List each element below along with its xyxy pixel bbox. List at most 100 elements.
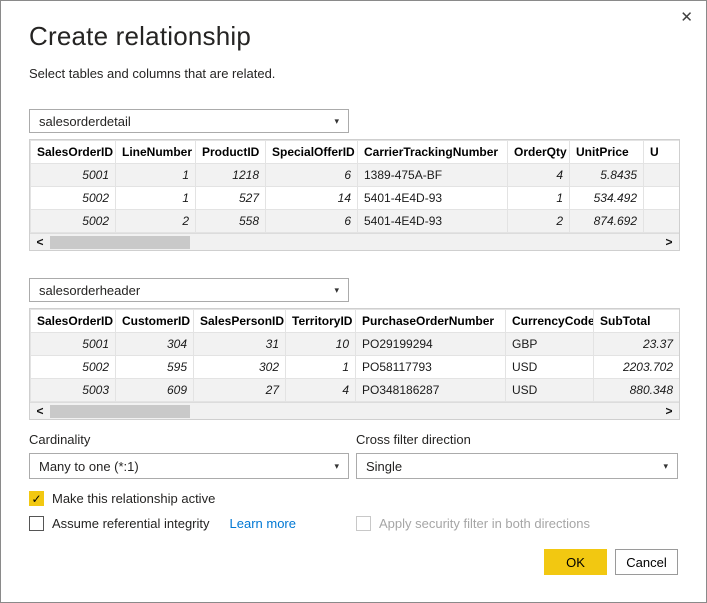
table-cell[interactable]: 1	[116, 164, 196, 187]
cardinality-dropdown[interactable]: Many to one (*:1) ▾	[29, 453, 349, 479]
column-header[interactable]: LineNumber	[116, 141, 196, 164]
table-cell[interactable]: 5002	[31, 187, 116, 210]
table-cell[interactable]: PO348186287	[356, 379, 506, 402]
cancel-button[interactable]: Cancel	[615, 549, 678, 575]
column-header[interactable]: CarrierTrackingNumber	[358, 141, 508, 164]
table1-horizontal-scrollbar[interactable]: < >	[30, 233, 679, 250]
column-header[interactable]: SalesOrderID	[31, 141, 116, 164]
table1-selector-value: salesorderdetail	[39, 114, 131, 129]
referential-integrity-label: Assume referential integrity	[52, 516, 210, 531]
table-cell[interactable]: 302	[194, 356, 286, 379]
learn-more-link[interactable]: Learn more	[230, 516, 296, 531]
table1-preview-table: SalesOrderIDLineNumberProductIDSpecialOf…	[30, 140, 679, 233]
table-row: 50021527145401-4E4D-931534.492	[31, 187, 680, 210]
table-cell[interactable]: 2	[508, 210, 570, 233]
table2-selector-dropdown[interactable]: salesorderheader ▾	[29, 278, 349, 302]
table-cell[interactable]	[644, 187, 680, 210]
dialog-footer: OK Cancel	[29, 549, 678, 575]
table-cell[interactable]: 880.348	[594, 379, 680, 402]
table-cell[interactable]: 6	[266, 210, 358, 233]
table-cell[interactable]: 5.8435	[570, 164, 644, 187]
active-relationship-checkbox[interactable]: ✓ Make this relationship active	[29, 491, 349, 506]
column-header[interactable]: SubTotal	[594, 310, 680, 333]
scrollbar-thumb[interactable]	[50, 405, 190, 418]
create-relationship-dialog: ✕ Create relationship Select tables and …	[0, 0, 707, 603]
table-cell[interactable]: 14	[266, 187, 358, 210]
table1-selector-dropdown[interactable]: salesorderdetail ▾	[29, 109, 349, 133]
column-header[interactable]: CurrencyCode	[506, 310, 594, 333]
table-row: 5002255865401-4E4D-932874.692	[31, 210, 680, 233]
table-cell[interactable]: 2	[116, 210, 196, 233]
scroll-left-icon[interactable]: <	[30, 403, 50, 419]
table2-preview-table: SalesOrderIDCustomerIDSalesPersonIDTerri…	[30, 309, 679, 402]
table-cell[interactable]: 1	[286, 356, 356, 379]
table-cell[interactable]: 5003	[31, 379, 116, 402]
table-cell[interactable]: 1389-475A-BF	[358, 164, 508, 187]
table-cell[interactable]: 23.37	[594, 333, 680, 356]
table-cell[interactable]: 534.492	[570, 187, 644, 210]
table-cell[interactable]: 1	[116, 187, 196, 210]
table-cell[interactable]: 27	[194, 379, 286, 402]
column-header[interactable]: UnitPrice	[570, 141, 644, 164]
table-cell[interactable]: 5001	[31, 164, 116, 187]
table-cell[interactable]: 5002	[31, 210, 116, 233]
table-cell[interactable]: 31	[194, 333, 286, 356]
scroll-left-icon[interactable]: <	[30, 234, 50, 250]
column-header[interactable]: ProductID	[196, 141, 266, 164]
table-cell[interactable]: 5001	[31, 333, 116, 356]
ok-button[interactable]: OK	[544, 549, 607, 575]
cross-filter-value: Single	[366, 459, 402, 474]
table-cell[interactable]	[644, 164, 680, 187]
checkbox-unchecked-icon	[29, 516, 44, 531]
table-row: 50013043110PO29199294GBP23.37	[31, 333, 680, 356]
table-cell[interactable]: USD	[506, 379, 594, 402]
table-cell[interactable]: 1218	[196, 164, 266, 187]
table1-grid: SalesOrderIDLineNumberProductIDSpecialOf…	[30, 140, 679, 233]
referential-integrity-checkbox[interactable]: Assume referential integrity	[29, 516, 210, 531]
column-header[interactable]: OrderQty	[508, 141, 570, 164]
table2-preview: SalesOrderIDCustomerIDSalesPersonIDTerri…	[29, 308, 680, 420]
column-header[interactable]: U	[644, 141, 680, 164]
column-header[interactable]: PurchaseOrderNumber	[356, 310, 506, 333]
table-cell[interactable]: PO58117793	[356, 356, 506, 379]
scroll-right-icon[interactable]: >	[659, 234, 679, 250]
table-cell[interactable]: 609	[116, 379, 194, 402]
table-cell[interactable]: 558	[196, 210, 266, 233]
table-cell[interactable]: 6	[266, 164, 358, 187]
cross-filter-dropdown[interactable]: Single ▾	[356, 453, 678, 479]
column-header[interactable]: TerritoryID	[286, 310, 356, 333]
table-cell[interactable]: 5401-4E4D-93	[358, 187, 508, 210]
table-cell[interactable]: 5401-4E4D-93	[358, 210, 508, 233]
table-cell[interactable]: 595	[116, 356, 194, 379]
chevron-down-icon: ▾	[334, 285, 339, 296]
table-cell[interactable]: 874.692	[570, 210, 644, 233]
scrollbar-track[interactable]	[50, 234, 659, 250]
column-header[interactable]: SpecialOfferID	[266, 141, 358, 164]
column-header[interactable]: SalesPersonID	[194, 310, 286, 333]
table-cell[interactable]: 10	[286, 333, 356, 356]
table-cell[interactable]: 1	[508, 187, 570, 210]
table-row: 50011121861389-475A-BF45.8435	[31, 164, 680, 187]
cardinality-group: Cardinality Many to one (*:1) ▾	[29, 432, 349, 479]
column-header[interactable]: CustomerID	[116, 310, 194, 333]
close-icon[interactable]: ✕	[680, 10, 693, 25]
column-header[interactable]: SalesOrderID	[31, 310, 116, 333]
cardinality-label: Cardinality	[29, 432, 349, 447]
table-cell[interactable]: USD	[506, 356, 594, 379]
table-cell[interactable]: 4	[508, 164, 570, 187]
table-cell[interactable]: 304	[116, 333, 194, 356]
table-cell[interactable]: PO29199294	[356, 333, 506, 356]
table-cell[interactable]: 2203.702	[594, 356, 680, 379]
table1-preview: SalesOrderIDLineNumberProductIDSpecialOf…	[29, 139, 680, 251]
dialog-title: Create relationship	[29, 21, 678, 52]
table-cell[interactable]: 4	[286, 379, 356, 402]
scroll-right-icon[interactable]: >	[659, 403, 679, 419]
scrollbar-track[interactable]	[50, 403, 659, 419]
table-cell[interactable]: GBP	[506, 333, 594, 356]
table-cell[interactable]	[644, 210, 680, 233]
table-cell[interactable]: 5002	[31, 356, 116, 379]
scrollbar-thumb[interactable]	[50, 236, 190, 249]
table-cell[interactable]: 527	[196, 187, 266, 210]
table2-horizontal-scrollbar[interactable]: < >	[30, 402, 679, 419]
table2-selector-value: salesorderheader	[39, 283, 140, 298]
